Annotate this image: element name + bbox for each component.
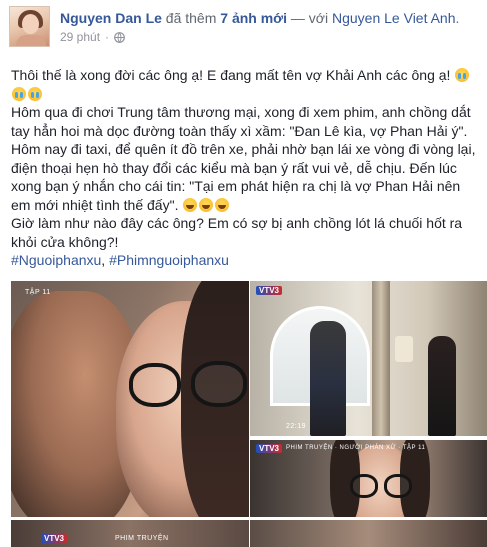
paragraph-4: Giờ làm như nào đây các ông? Em có sợ bị… [11, 215, 463, 250]
post-photo-4[interactable]: VTV3 PHIM TRUYỆN [11, 520, 249, 547]
glasses-shape [350, 474, 378, 498]
headline-period: . [455, 10, 460, 26]
globe-icon[interactable] [114, 31, 125, 43]
post-headline: Nguyen Dan Le đã thêm 7 ảnh mới — với Ng… [60, 9, 480, 27]
paragraph-3: Hôm nay đi taxi, để quên ít đồ trên xe, … [11, 141, 476, 213]
channel-logo: VTV3 [256, 444, 283, 453]
post-paragraph: Giờ làm như nào đây các ông? Em có sợ bị… [11, 214, 481, 251]
hashtag-link[interactable]: #Nguoiphanxu [11, 252, 101, 268]
episode-tag: PHIM TRUYỆN · NGƯỜI PHÁN XỬ · TẬP 11 [286, 445, 426, 451]
laughing-face-icon [199, 197, 214, 212]
timestamp-link[interactable]: 29 phút [60, 30, 100, 44]
channel-logo: VTV3 [41, 534, 68, 543]
action-text: đã thêm [165, 10, 217, 26]
glasses-shape [129, 363, 181, 407]
added-photos-link[interactable]: 7 ảnh mới [220, 10, 287, 26]
glasses-shape [384, 474, 412, 498]
meta-separator: · [105, 30, 110, 44]
post-paragraph: Thôi thế là xong đời các ông ạ! E đang m… [11, 66, 481, 103]
hashtags: #Nguoiphanxu, #Phimnguoiphanxu [11, 251, 481, 270]
author-avatar[interactable] [9, 6, 50, 47]
channel-logo: VTV3 [256, 286, 283, 295]
post-photo-5[interactable] [250, 520, 487, 547]
photo-curtain [372, 281, 390, 436]
tagged-friend-link[interactable]: Nguyen Le Viet Anh [332, 10, 456, 26]
glasses-shape [191, 361, 247, 407]
post-photo-2[interactable]: VTV3 22:19 [250, 281, 487, 436]
program-tag: PHIM TRUYỆN [115, 535, 169, 542]
crying-face-icon [455, 68, 470, 82]
author-name-link[interactable]: Nguyen Dan Le [60, 10, 162, 26]
post-paragraph: Hôm nay đi taxi, để quên ít đồ trên xe, … [11, 140, 481, 214]
episode-tag: TẬP 11 [25, 289, 51, 296]
with-text: — với [290, 10, 329, 26]
photo-figure [310, 321, 346, 436]
crying-face-icon [12, 86, 26, 101]
post-text: Thôi thế là xong đời các ông ạ! E đang m… [11, 66, 481, 270]
post-photo-3[interactable]: VTV3 PHIM TRUYỆN · NGƯỜI PHÁN XỬ · TẬP 1… [250, 440, 487, 517]
post-paragraph: Hôm qua đi chơi Trung tâm thương mại, xo… [11, 103, 481, 140]
hashtag-separator: , [101, 252, 110, 268]
laughing-face-icon [215, 197, 230, 212]
paragraph-2: Hôm qua đi chơi Trung tâm thương mại, xo… [11, 104, 471, 139]
paragraph-1: Thôi thế là xong đời các ông ạ! E đang m… [11, 67, 451, 83]
hashtag-link[interactable]: #Phimnguoiphanxu [109, 252, 229, 268]
post-meta: 29 phút · [60, 30, 125, 44]
laughing-face-icon [183, 197, 198, 212]
photo-lamp [395, 336, 413, 362]
photo-figure [428, 336, 456, 436]
crying-face-icon [28, 86, 42, 101]
facebook-post: Nguyen Dan Le đã thêm 7 ảnh mới — với Ng… [0, 0, 487, 547]
post-photo-1[interactable]: TẬP 11 [11, 281, 249, 517]
timecode: 22:19 [286, 423, 307, 430]
